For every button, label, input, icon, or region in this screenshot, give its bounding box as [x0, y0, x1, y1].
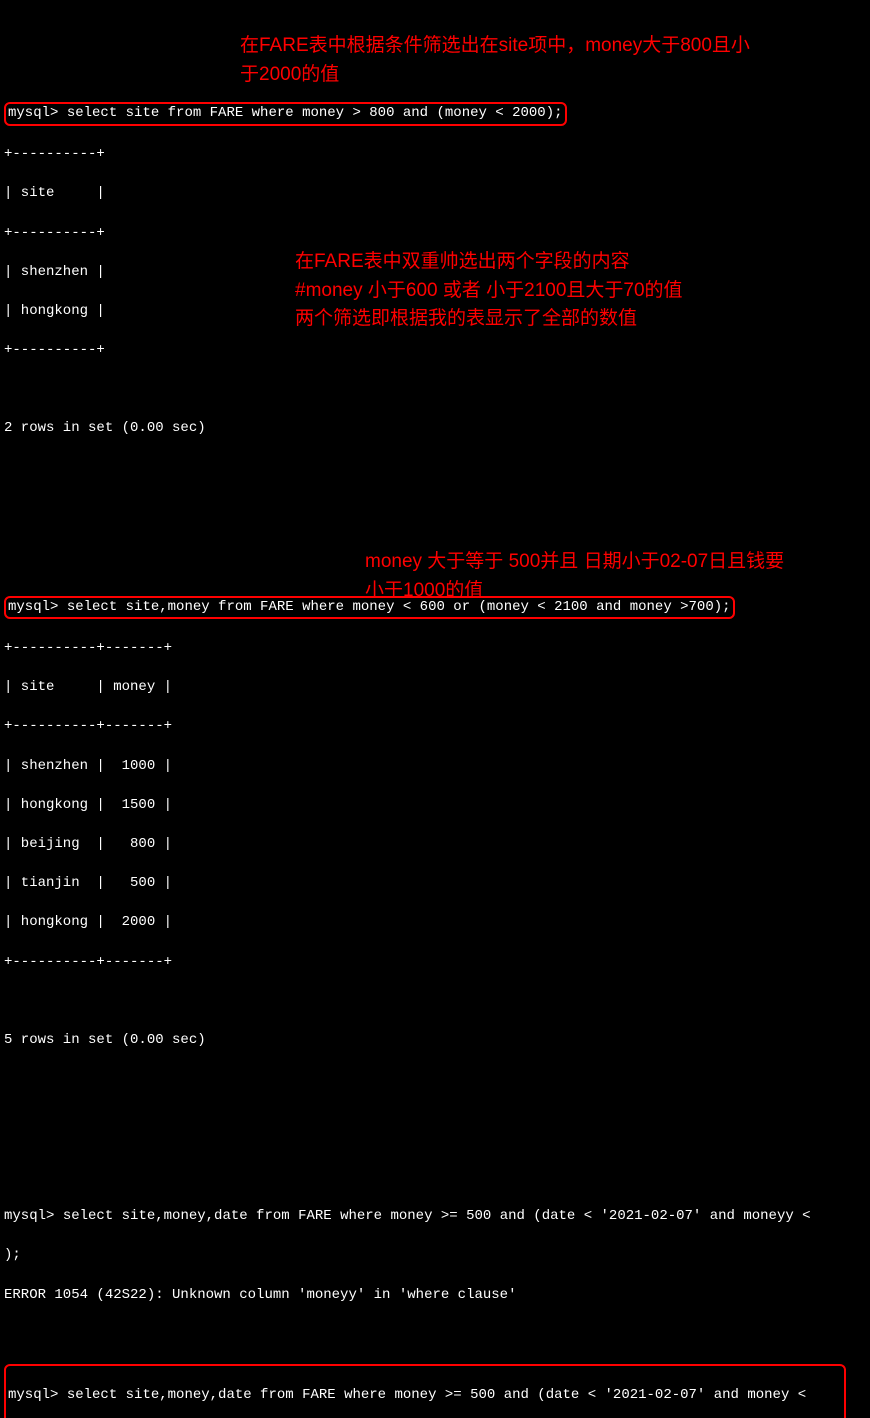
- q2-sep-mid: +----------+-------+: [4, 717, 866, 737]
- q1-footer: 2 rows in set (0.00 sec): [4, 419, 866, 439]
- mysql-prompt: mysql>: [8, 105, 58, 121]
- q1-sep-bot: +----------+: [4, 341, 866, 361]
- query1-line[interactable]: mysql> select site from FARE where money…: [4, 102, 866, 126]
- query3-ok-box[interactable]: mysql> select site,money,date from FARE …: [4, 1364, 846, 1418]
- q1-sep-top: +----------+: [4, 145, 866, 165]
- mysql-prompt: mysql>: [8, 599, 58, 615]
- mysql-prompt: mysql>: [4, 1208, 54, 1224]
- annotation-2: 在FARE表中双重帅选出两个字段的内容 #money 小于600 或者 小于21…: [295, 248, 765, 334]
- query3-error: ERROR 1054 (42S22): Unknown column 'mone…: [4, 1286, 866, 1306]
- q2-footer: 5 rows in set (0.00 sec): [4, 1031, 866, 1051]
- annotation-3: money 大于等于 500并且 日期小于02-07日且钱要小于1000的值: [365, 548, 785, 605]
- query3-cont: );: [4, 1246, 866, 1266]
- q2-sep-bot: +----------+-------+: [4, 953, 866, 973]
- q2-row: | hongkong | 2000 |: [4, 913, 866, 933]
- q1-header: | site |: [4, 184, 866, 204]
- query3-ok-sql: select site,money,date from FARE where m…: [67, 1387, 806, 1403]
- query3-err-sql: select site,money,date from FARE where m…: [63, 1208, 811, 1224]
- q2-row: | hongkong | 1500 |: [4, 796, 866, 816]
- query3-err-line[interactable]: mysql> select site,money,date from FARE …: [4, 1207, 866, 1227]
- query1-sql: select site from FARE where money > 800 …: [67, 105, 563, 121]
- annotation-1: 在FARE表中根据条件筛选出在site项中，money大于800且小于2000的…: [240, 32, 760, 89]
- q2-row: | shenzhen | 1000 |: [4, 757, 866, 777]
- q2-row: | beijing | 800 |: [4, 835, 866, 855]
- q2-row: | tianjin | 500 |: [4, 874, 866, 894]
- mysql-prompt: mysql>: [8, 1387, 58, 1403]
- q2-sep-top: +----------+-------+: [4, 639, 866, 659]
- q1-sep-mid: +----------+: [4, 224, 866, 244]
- q2-header: | site | money |: [4, 678, 866, 698]
